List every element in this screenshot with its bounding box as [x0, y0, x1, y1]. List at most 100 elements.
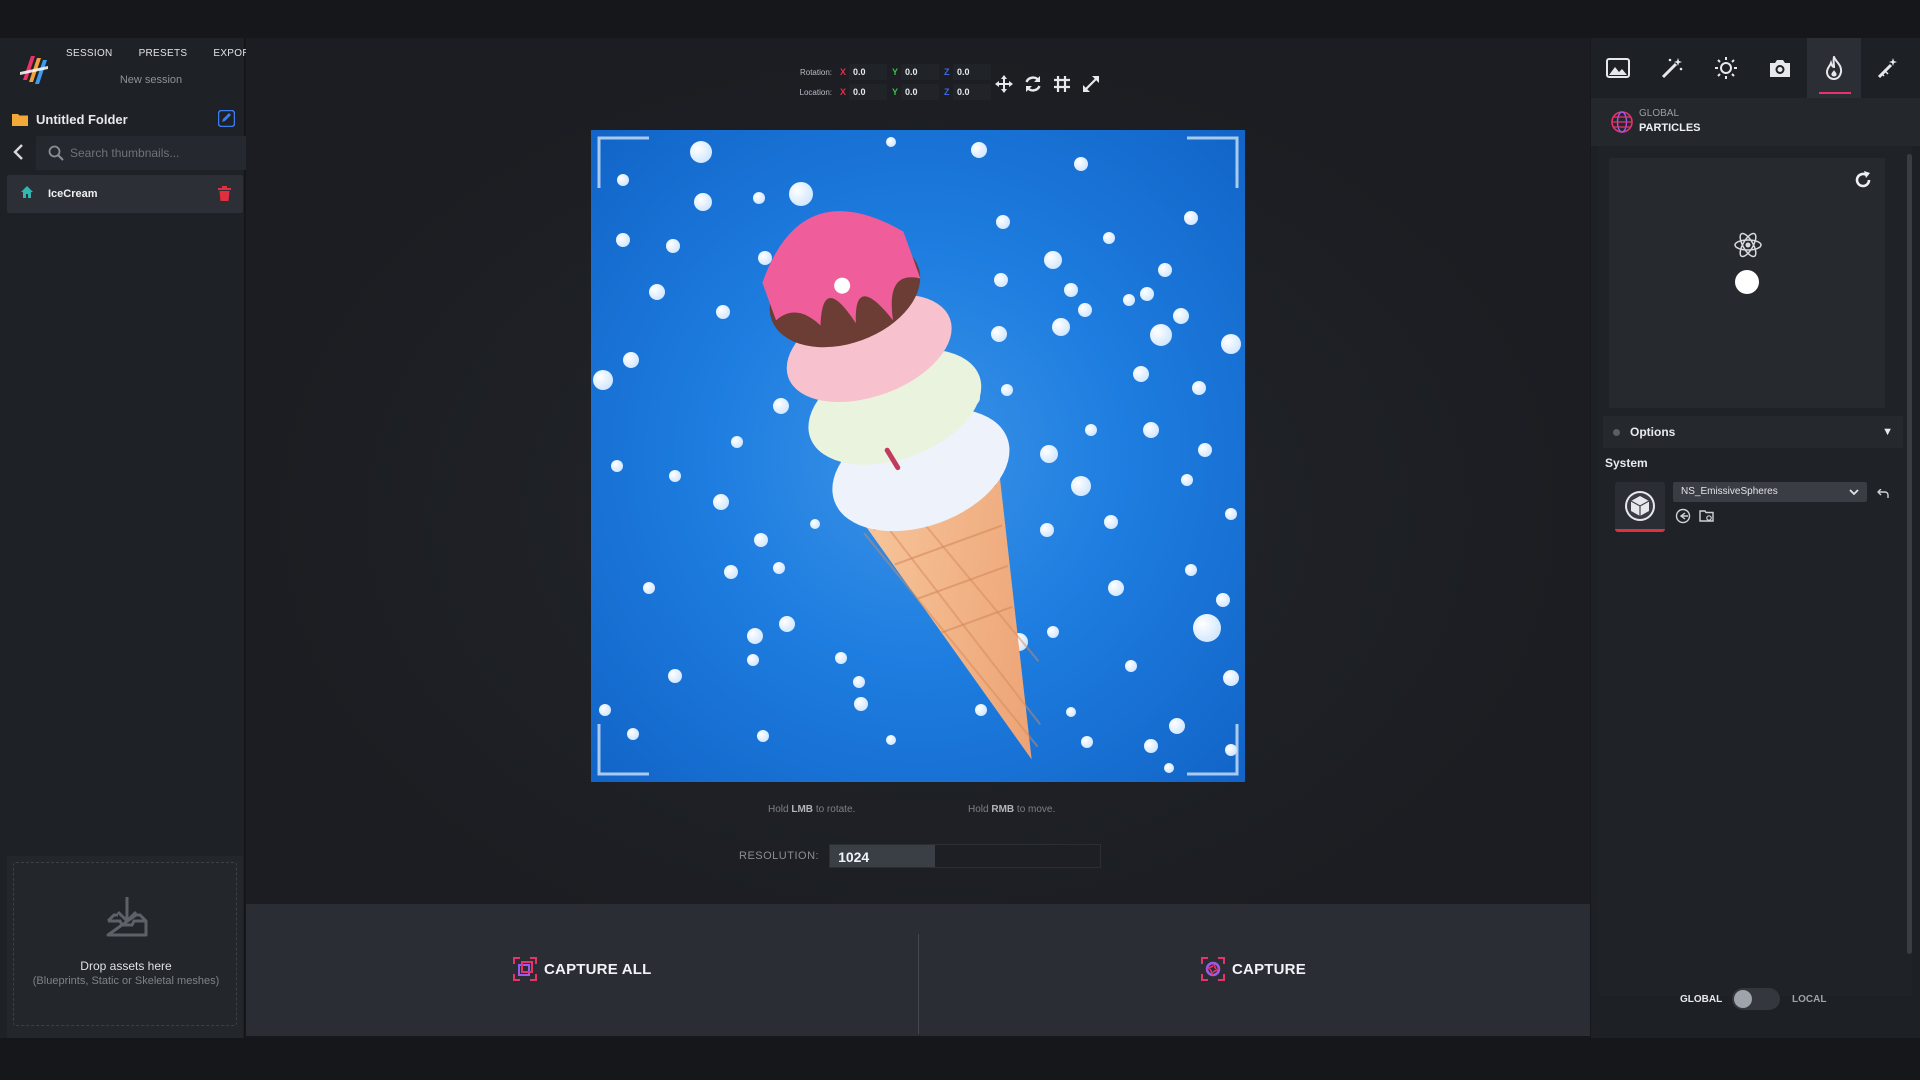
- sphere-cube-icon: [1625, 490, 1655, 521]
- particle-sphere: [1735, 270, 1759, 294]
- options-label: Options: [1630, 425, 1676, 439]
- options-bullet: [1613, 428, 1620, 436]
- atom-icon: [1733, 230, 1763, 265]
- system-actions: [1675, 508, 1715, 524]
- toggle-local-label: LOCAL: [1792, 994, 1827, 1005]
- move-hint: Hold RMB to move.: [968, 804, 1055, 815]
- rotation-x-field[interactable]: 0.0: [849, 64, 887, 80]
- flame-icon: [1825, 56, 1843, 80]
- refresh-icon[interactable]: [1853, 170, 1873, 195]
- caret-down-icon: ▼: [1882, 426, 1893, 438]
- global-local-toggle-row: GLOBAL LOCAL: [1591, 976, 1920, 1020]
- drop-title: Drop assets here: [80, 959, 172, 973]
- asset-home-icon: [20, 185, 34, 204]
- download-tray-icon: [104, 893, 150, 944]
- toggle-global-label: GLOBAL: [1680, 994, 1723, 1005]
- wand-sparkle-icon: [1877, 58, 1897, 79]
- tab-lighting[interactable]: [1699, 38, 1753, 98]
- capture-all-icon: [513, 957, 537, 981]
- rotate-icon[interactable]: [1023, 74, 1043, 94]
- bottom-bar: [0, 1038, 1920, 1080]
- options-section[interactable]: Options ▼: [1603, 416, 1903, 448]
- delete-asset-icon[interactable]: [218, 186, 231, 206]
- globe-icon: [1611, 111, 1633, 138]
- top-bar: [0, 0, 1920, 38]
- capture-label: CAPTURE: [1232, 960, 1306, 978]
- menu-session[interactable]: SESSION: [66, 48, 113, 59]
- asset-name: IceCream: [48, 188, 98, 200]
- render-preview-image[interactable]: [591, 130, 1245, 782]
- asset-list-item[interactable]: IceCream: [7, 175, 243, 213]
- location-y-field[interactable]: 0.0: [901, 84, 939, 100]
- use-selected-icon[interactable]: [1675, 508, 1691, 524]
- capture-all-button[interactable]: CAPTURE ALL: [512, 956, 651, 982]
- folder-row[interactable]: Untitled Folder: [0, 104, 245, 134]
- left-panel: SESSION PRESETS EXPORT New session Untit…: [0, 38, 256, 1066]
- grid-icon[interactable]: [1052, 74, 1072, 94]
- resolution-control: RESOLUTION: 1024: [739, 844, 1102, 868]
- capture-all-label: CAPTURE ALL: [544, 960, 652, 978]
- hint-hold-2: Hold: [968, 804, 989, 815]
- menu-presets[interactable]: PRESETS: [139, 48, 188, 59]
- back-arrow-icon[interactable]: [12, 144, 26, 165]
- tab-background[interactable]: [1591, 38, 1645, 98]
- capture-divider: [918, 934, 919, 1034]
- right-panel: GLOBAL PARTICLES Options ▼ System NS_Emi…: [1591, 38, 1920, 1038]
- hint-move-text: to move.: [1016, 804, 1056, 815]
- right-scrollbar[interactable]: [1907, 154, 1912, 954]
- search-box: [36, 136, 249, 170]
- header-title: PARTICLES: [1639, 122, 1701, 134]
- folder-name: Untitled Folder: [36, 111, 128, 127]
- right-tabs: [1591, 38, 1920, 98]
- app-logo-icon: [14, 50, 54, 90]
- session-name[interactable]: New session: [66, 74, 236, 86]
- reset-arrow-icon[interactable]: [1877, 486, 1889, 504]
- location-z-field[interactable]: 0.0: [953, 84, 991, 100]
- transform-fields: Rotation: X 0.0 Y 0.0 Z 0.0 Location: X …: [788, 62, 996, 102]
- edit-folder-icon[interactable]: [217, 109, 236, 132]
- location-z-axis: Z: [944, 87, 950, 97]
- system-label: System: [1605, 456, 1648, 470]
- panel-header: GLOBAL PARTICLES: [1591, 98, 1920, 146]
- particle-preview: [1609, 158, 1885, 408]
- magic-wand-icon: [1661, 58, 1683, 79]
- system-thumbnail[interactable]: [1615, 482, 1665, 532]
- drop-zone[interactable]: Drop assets here (Blueprints, Static or …: [13, 862, 237, 1026]
- capture-bar: CAPTURE ALL CAPTURE: [246, 904, 1590, 1036]
- location-y-axis: Y: [892, 87, 899, 97]
- fullscreen-icon[interactable]: [1081, 74, 1101, 94]
- header-scope: GLOBAL: [1639, 108, 1680, 119]
- background-icon: [1606, 58, 1630, 78]
- resolution-slider[interactable]: 1024: [829, 844, 1102, 868]
- folder-icon: [12, 114, 28, 126]
- system-dropdown[interactable]: NS_EmissiveSpheres: [1673, 482, 1867, 502]
- system-value: NS_EmissiveSpheres: [1681, 486, 1778, 497]
- sun-icon: [1715, 57, 1737, 79]
- browse-folder-icon[interactable]: [1699, 508, 1715, 524]
- resolution-label: RESOLUTION:: [739, 850, 820, 862]
- tab-camera[interactable]: [1753, 38, 1807, 98]
- rotation-z-field[interactable]: 0.0: [953, 64, 991, 80]
- viewport-tools: [994, 74, 1101, 94]
- move-icon[interactable]: [994, 74, 1014, 94]
- global-local-toggle[interactable]: [1732, 988, 1780, 1010]
- rotation-row: Rotation: X 0.0 Y 0.0 Z 0.0: [788, 62, 996, 82]
- resolution-value: 1024: [838, 849, 870, 865]
- tab-effects[interactable]: [1645, 38, 1699, 98]
- ice-cream-render: [593, 136, 1241, 776]
- hint-rotate-text: to rotate.: [815, 804, 856, 815]
- hint-lmb: LMB: [791, 804, 814, 815]
- location-x-field[interactable]: 0.0: [849, 84, 887, 100]
- location-row: Location: X 0.0 Y 0.0 Z 0.0: [788, 82, 996, 102]
- tab-particles[interactable]: [1807, 38, 1861, 98]
- rotation-y-field[interactable]: 0.0: [901, 64, 939, 80]
- hint-rmb: RMB: [991, 804, 1015, 815]
- location-label: Location:: [799, 87, 832, 97]
- drop-subtitle: (Blueprints, Static or Skeletal meshes): [32, 975, 220, 987]
- particles-settings: Options ▼ System NS_EmissiveSpheres: [1599, 146, 1912, 996]
- rotation-label: Rotation:: [799, 67, 832, 77]
- camera-icon: [1770, 60, 1790, 77]
- search-input[interactable]: [70, 144, 240, 162]
- capture-button[interactable]: CAPTURE: [1200, 956, 1306, 982]
- tab-animation[interactable]: [1861, 38, 1915, 98]
